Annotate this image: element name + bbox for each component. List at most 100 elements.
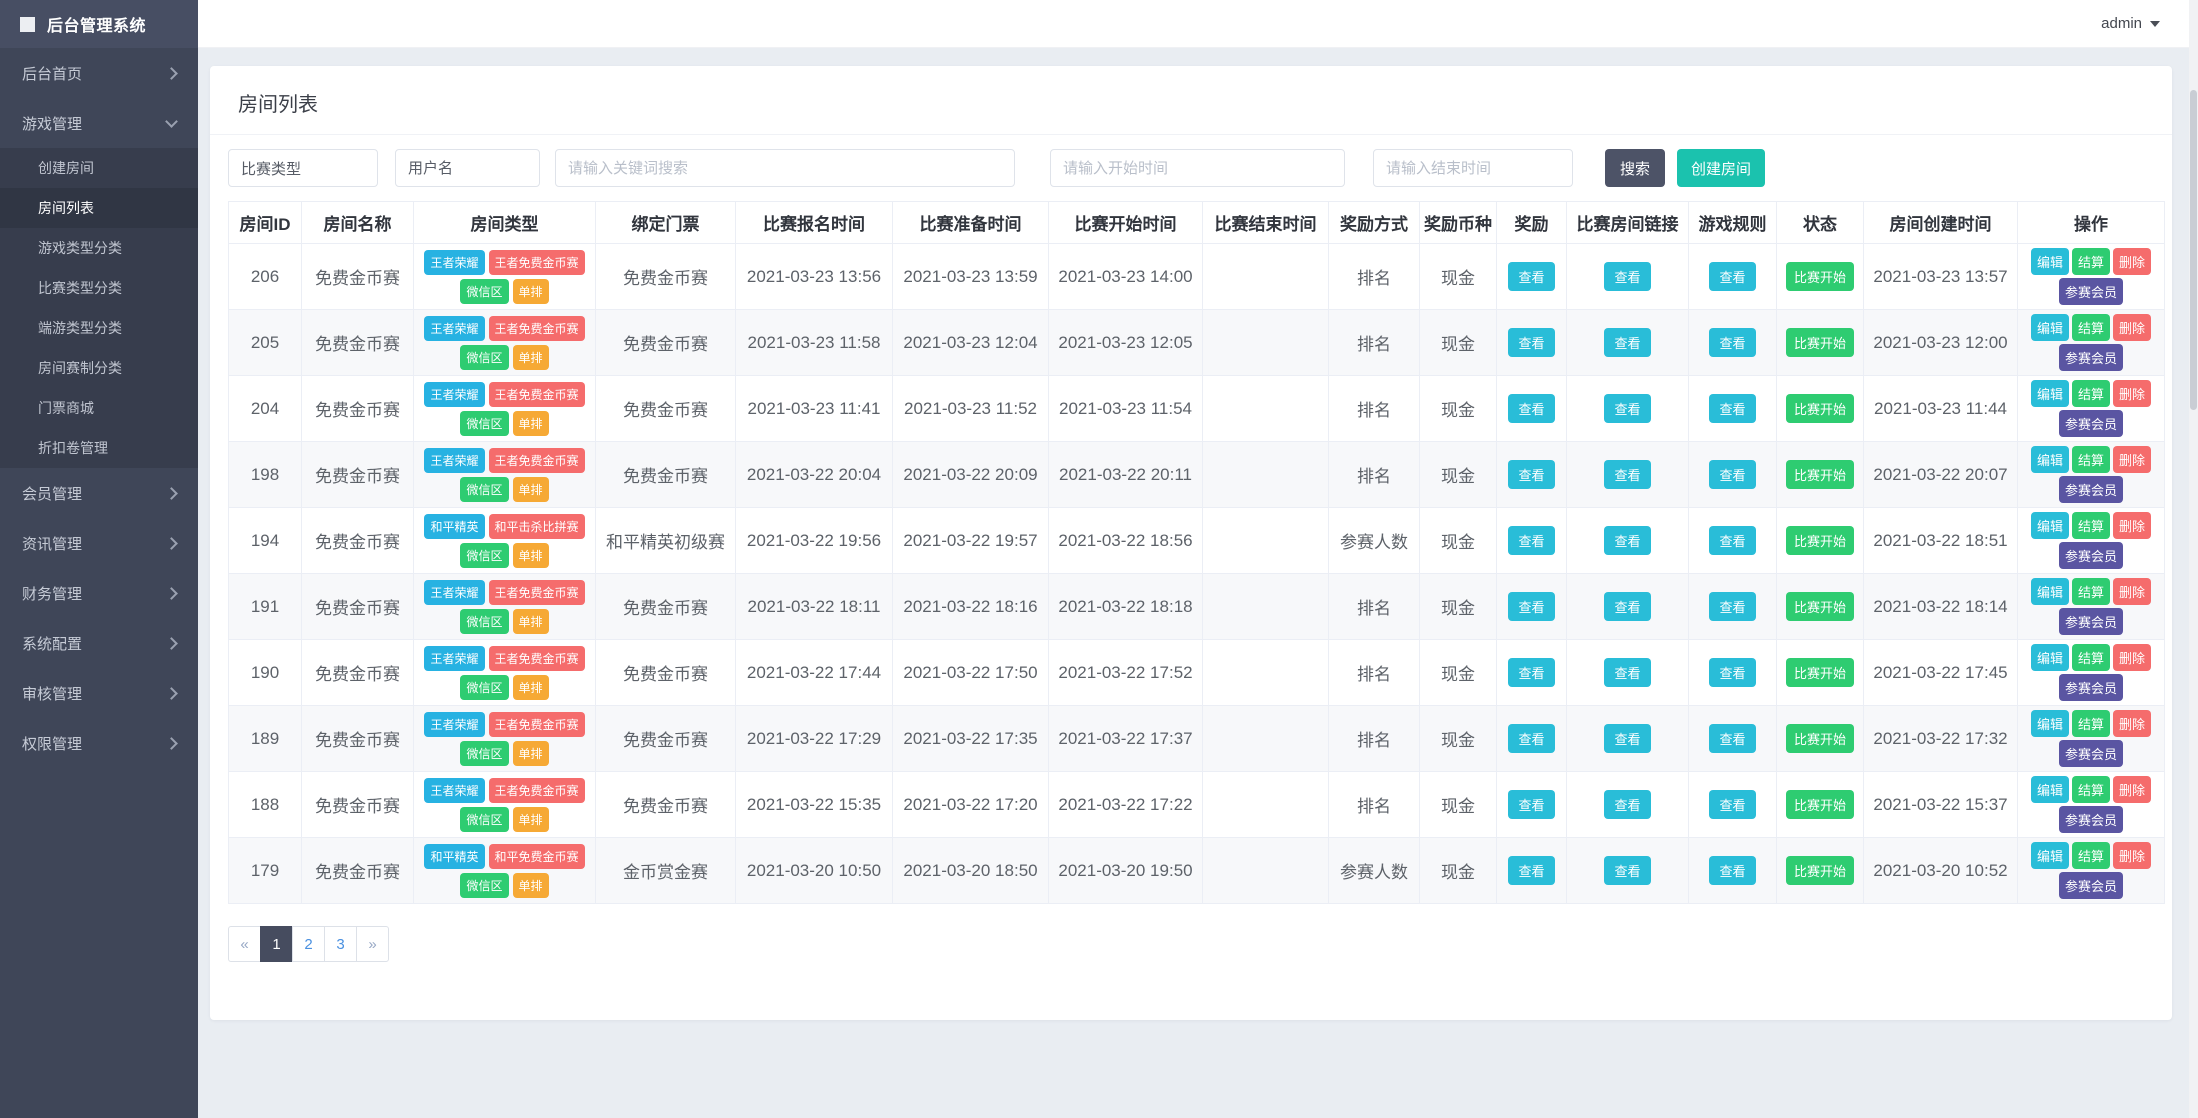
submenu-item-create-room[interactable]: 创建房间	[0, 148, 198, 188]
sidebar-item-audit-management[interactable]: 审核管理	[0, 668, 198, 718]
settle-button[interactable]: 结算	[2071, 380, 2110, 407]
edit-button[interactable]: 编辑	[2030, 248, 2069, 275]
view-reward-button[interactable]: 查看	[1508, 394, 1555, 423]
view-room-link-button[interactable]: 查看	[1604, 526, 1651, 555]
view-rules-button[interactable]: 查看	[1709, 724, 1756, 753]
sidebar-item-member-management[interactable]: 会员管理	[0, 468, 198, 518]
submenu-item-pc-game-type-category[interactable]: 端游类型分类	[0, 308, 198, 348]
view-room-link-button[interactable]: 查看	[1604, 394, 1651, 423]
members-button[interactable]: 参赛会员	[2058, 476, 2123, 503]
submenu-item-room-list[interactable]: 房间列表	[0, 188, 198, 228]
submenu-item-match-type-category[interactable]: 比赛类型分类	[0, 268, 198, 308]
end-time-input[interactable]	[1373, 149, 1573, 187]
delete-button[interactable]: 删除	[2113, 380, 2152, 407]
pagination-page-1[interactable]: 1	[260, 926, 293, 962]
view-room-link-button[interactable]: 查看	[1604, 790, 1651, 819]
settle-button[interactable]: 结算	[2071, 644, 2110, 671]
settle-button[interactable]: 结算	[2071, 314, 2110, 341]
settle-button[interactable]: 结算	[2071, 578, 2110, 605]
view-reward-button[interactable]: 查看	[1508, 328, 1555, 357]
view-room-link-button[interactable]: 查看	[1604, 328, 1651, 357]
delete-button[interactable]: 删除	[2113, 314, 2152, 341]
members-button[interactable]: 参赛会员	[2058, 740, 2123, 767]
delete-button[interactable]: 删除	[2113, 776, 2152, 803]
page-scrollbar[interactable]	[2189, 0, 2198, 1118]
view-room-link-button[interactable]: 查看	[1604, 262, 1651, 291]
edit-button[interactable]: 编辑	[2030, 776, 2069, 803]
sidebar-item-home[interactable]: 后台首页	[0, 48, 198, 98]
view-reward-button[interactable]: 查看	[1508, 526, 1555, 555]
pagination-page-2[interactable]: 2	[292, 926, 325, 962]
members-button[interactable]: 参赛会员	[2058, 542, 2123, 569]
sidebar-item-permission-management[interactable]: 权限管理	[0, 718, 198, 768]
view-reward-button[interactable]: 查看	[1508, 856, 1555, 885]
view-rules-button[interactable]: 查看	[1709, 394, 1756, 423]
view-rules-button[interactable]: 查看	[1709, 262, 1756, 291]
user-menu[interactable]: admin	[2101, 15, 2160, 32]
view-rules-button[interactable]: 查看	[1709, 460, 1756, 489]
view-rules-button[interactable]: 查看	[1709, 658, 1756, 687]
pagination-next[interactable]: »	[356, 926, 389, 962]
edit-button[interactable]: 编辑	[2030, 314, 2069, 341]
view-reward-button[interactable]: 查看	[1508, 658, 1555, 687]
edit-button[interactable]: 编辑	[2030, 842, 2069, 869]
view-rules-button[interactable]: 查看	[1709, 856, 1756, 885]
members-button[interactable]: 参赛会员	[2058, 674, 2123, 701]
edit-button[interactable]: 编辑	[2030, 710, 2069, 737]
delete-button[interactable]: 删除	[2113, 512, 2152, 539]
members-button[interactable]: 参赛会员	[2058, 872, 2123, 899]
settle-button[interactable]: 结算	[2071, 248, 2110, 275]
submenu-item-ticket-mall[interactable]: 门票商城	[0, 388, 198, 428]
view-room-link-button[interactable]: 查看	[1604, 658, 1651, 687]
pagination-page-3[interactable]: 3	[324, 926, 357, 962]
submenu-item-game-type-category[interactable]: 游戏类型分类	[0, 228, 198, 268]
scrollbar-thumb[interactable]	[2190, 90, 2197, 410]
match-type-select[interactable]: 比赛类型	[228, 149, 378, 187]
delete-button[interactable]: 删除	[2113, 644, 2152, 671]
settle-button[interactable]: 结算	[2071, 710, 2110, 737]
view-rules-button[interactable]: 查看	[1709, 526, 1756, 555]
settle-button[interactable]: 结算	[2071, 842, 2110, 869]
members-button[interactable]: 参赛会员	[2058, 410, 2123, 437]
delete-button[interactable]: 删除	[2113, 578, 2152, 605]
sidebar-item-system-config[interactable]: 系统配置	[0, 618, 198, 668]
edit-button[interactable]: 编辑	[2030, 380, 2069, 407]
sidebar-item-finance-management[interactable]: 财务管理	[0, 568, 198, 618]
settle-button[interactable]: 结算	[2071, 446, 2110, 473]
settle-button[interactable]: 结算	[2071, 776, 2110, 803]
view-reward-button[interactable]: 查看	[1508, 724, 1555, 753]
edit-button[interactable]: 编辑	[2030, 446, 2069, 473]
view-reward-button[interactable]: 查看	[1508, 262, 1555, 291]
keyword-search-input[interactable]	[555, 149, 1015, 187]
username-input[interactable]	[395, 149, 540, 187]
submenu-item-room-format-category[interactable]: 房间赛制分类	[0, 348, 198, 388]
view-room-link-button[interactable]: 查看	[1604, 724, 1651, 753]
view-room-link-button[interactable]: 查看	[1604, 856, 1651, 885]
pagination-prev[interactable]: «	[228, 926, 261, 962]
delete-button[interactable]: 删除	[2113, 710, 2152, 737]
sidebar-item-game-management[interactable]: 游戏管理	[0, 98, 198, 148]
create-room-button[interactable]: 创建房间	[1677, 149, 1766, 187]
view-rules-button[interactable]: 查看	[1709, 790, 1756, 819]
view-rules-button[interactable]: 查看	[1709, 592, 1756, 621]
delete-button[interactable]: 删除	[2113, 842, 2152, 869]
submenu-item-coupon-management[interactable]: 折扣卷管理	[0, 428, 198, 468]
view-reward-button[interactable]: 查看	[1508, 460, 1555, 489]
delete-button[interactable]: 删除	[2113, 446, 2152, 473]
view-reward-button[interactable]: 查看	[1508, 592, 1555, 621]
view-room-link-button[interactable]: 查看	[1604, 592, 1651, 621]
start-time-input[interactable]	[1050, 149, 1345, 187]
edit-button[interactable]: 编辑	[2030, 512, 2069, 539]
members-button[interactable]: 参赛会员	[2058, 344, 2123, 371]
settle-button[interactable]: 结算	[2071, 512, 2110, 539]
edit-button[interactable]: 编辑	[2030, 644, 2069, 671]
view-reward-button[interactable]: 查看	[1508, 790, 1555, 819]
members-button[interactable]: 参赛会员	[2058, 806, 2123, 833]
sidebar-item-news-management[interactable]: 资讯管理	[0, 518, 198, 568]
edit-button[interactable]: 编辑	[2030, 578, 2069, 605]
view-room-link-button[interactable]: 查看	[1604, 460, 1651, 489]
view-rules-button[interactable]: 查看	[1709, 328, 1756, 357]
delete-button[interactable]: 删除	[2113, 248, 2152, 275]
members-button[interactable]: 参赛会员	[2058, 278, 2123, 305]
members-button[interactable]: 参赛会员	[2058, 608, 2123, 635]
